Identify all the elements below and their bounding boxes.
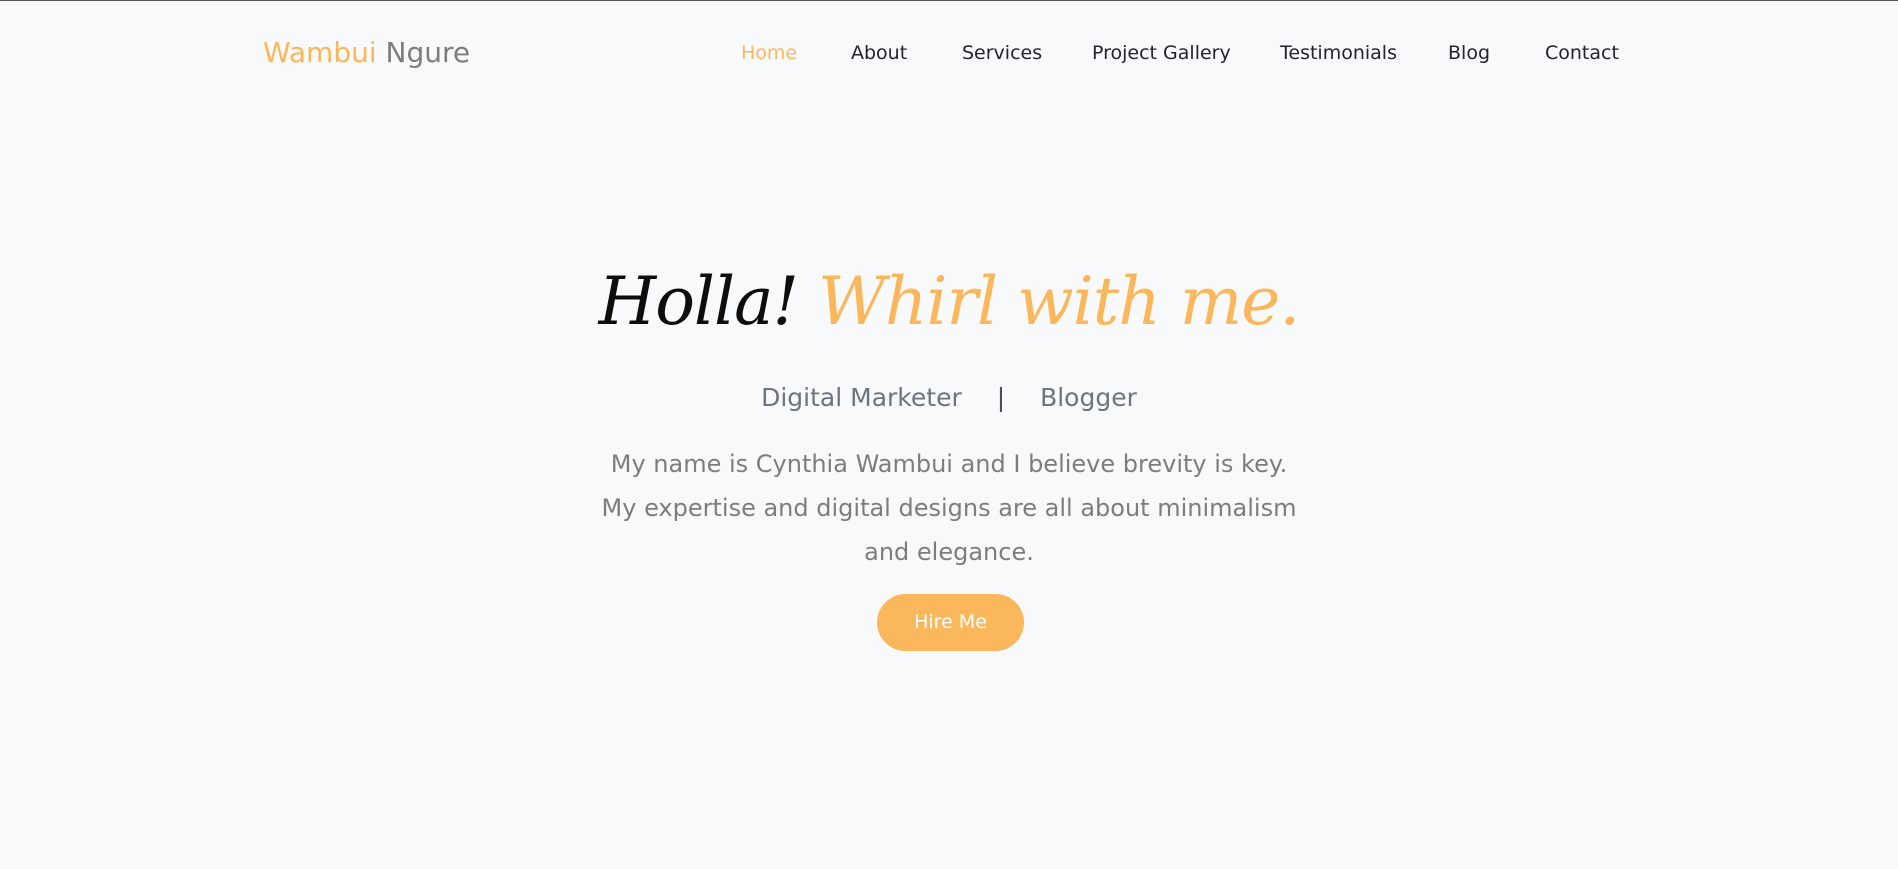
role-digital-marketer: Digital Marketer	[761, 383, 962, 412]
nav-link-blog[interactable]: Blog	[1448, 41, 1490, 65]
brand-logo[interactable]: Wambui Ngure	[263, 35, 470, 71]
intro-line: and elegance.	[864, 538, 1034, 566]
navbar: Wambui Ngure Home About Services Project…	[0, 1, 1898, 105]
nav-link-project-gallery[interactable]: Project Gallery	[1092, 41, 1231, 65]
nav-link-home[interactable]: Home	[741, 41, 797, 65]
hero-title-greeting: Holla!	[598, 263, 799, 340]
hire-me-button[interactable]: Hire Me	[877, 594, 1024, 651]
hero-title: Holla! Whirl with me.	[0, 262, 1898, 342]
nav-link-testimonials[interactable]: Testimonials	[1280, 41, 1397, 65]
role-blogger: Blogger	[1040, 383, 1137, 412]
role-separator: |	[996, 383, 1006, 412]
hero-intro: My name is Cynthia Wambui and I believe …	[0, 442, 1898, 574]
nav-link-about[interactable]: About	[851, 41, 907, 65]
brand-first-name: Wambui	[263, 36, 377, 69]
hero-roles: Digital Marketer | Blogger	[0, 382, 1898, 414]
nav-link-contact[interactable]: Contact	[1545, 41, 1619, 65]
nav-link-services[interactable]: Services	[962, 41, 1042, 65]
hero-title-accent: Whirl with me.	[818, 263, 1300, 340]
intro-line: My name is Cynthia Wambui and I believe …	[610, 450, 1288, 478]
intro-line: My expertise and digital designs are all…	[601, 494, 1297, 522]
brand-last-name: Ngure	[385, 36, 471, 69]
